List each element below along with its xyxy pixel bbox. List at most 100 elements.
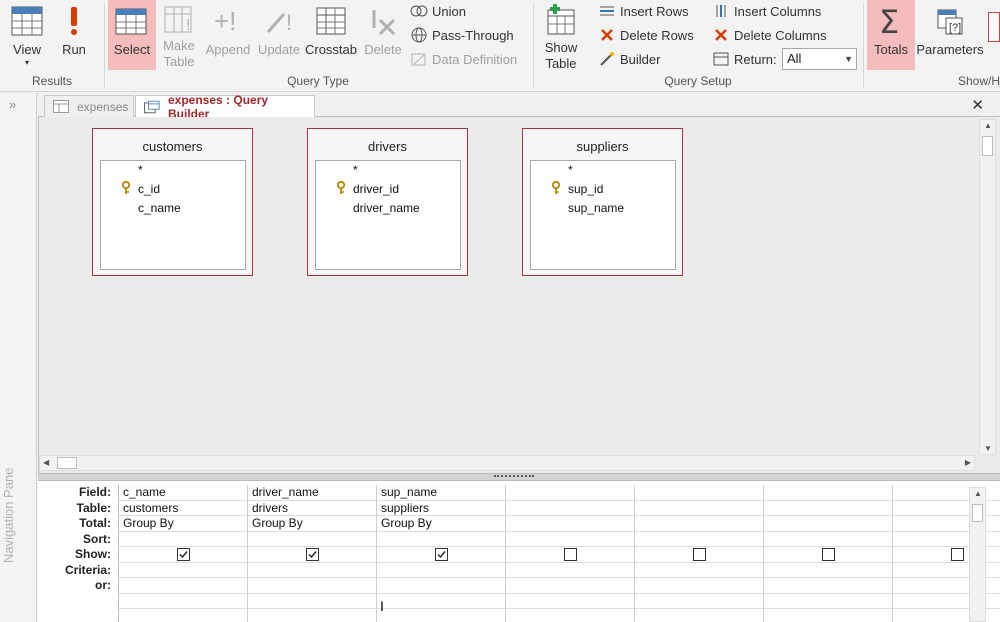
show-checkbox[interactable] [821,547,835,561]
field-item[interactable]: c_name [138,201,181,215]
return-dropdown[interactable]: All ▼ [782,48,857,70]
grid-cell-criteria[interactable] [248,563,376,578]
parameters-button[interactable]: [?] Parameters [915,0,985,70]
append-button[interactable]: +! Append [203,0,253,70]
grid-cell-extra[interactable] [506,594,634,609]
scroll-up-icon[interactable]: ▲ [984,121,992,130]
make-table-button[interactable]: ! Make Table [158,0,200,70]
grid-cell-field[interactable]: sup_name [377,485,505,501]
scroll-up-icon[interactable]: ▲ [974,489,982,498]
insert-rows-button[interactable]: Insert Rows [598,0,689,22]
show-checkbox[interactable] [434,547,448,561]
builder-button[interactable]: Builder [598,48,660,70]
field-item[interactable]: sup_id [568,182,603,196]
grid-cell-or[interactable] [635,578,763,594]
table-field-list-suppliers[interactable]: suppliers * sup_id sup_name [522,128,683,276]
scroll-left-icon[interactable]: ◀ [43,458,49,467]
grid-cell-extra[interactable] [635,594,763,609]
field-item[interactable]: sup_name [568,201,624,215]
grid-cell-field[interactable] [635,485,763,501]
field-item[interactable]: driver_name [353,201,420,215]
show-table-button[interactable]: Show Table [538,0,584,71]
crosstab-button[interactable]: Crosstab [304,0,358,70]
grid-cell-field[interactable]: c_name [119,485,247,501]
field-item[interactable]: * [353,163,358,177]
scroll-thumb[interactable] [972,504,983,522]
scroll-down-icon[interactable]: ▼ [984,444,992,453]
union-button[interactable]: Union [410,0,466,22]
grid-cell-field[interactable]: driver_name [248,485,376,501]
pane-splitter[interactable] [38,473,1000,481]
field-item[interactable]: driver_id [353,182,399,196]
grid-cell-criteria[interactable] [506,563,634,578]
show-checkbox[interactable] [692,547,706,561]
grid-cell-table[interactable]: customers [119,501,247,516]
grid-cell-field[interactable] [764,485,892,501]
grid-cell-field[interactable] [506,485,634,501]
scroll-thumb[interactable] [982,136,993,156]
select-query-button[interactable]: Select [108,0,156,70]
field-list[interactable]: * driver_id driver_name [315,160,461,270]
tab-expenses[interactable]: expenses [44,95,134,117]
grid-cell-or[interactable] [119,578,247,594]
grid-cell-criteria[interactable] [764,563,892,578]
field-item[interactable]: * [568,163,573,177]
field-list[interactable]: * c_id c_name [100,160,246,270]
grid-cell-sort[interactable] [764,532,892,547]
field-item[interactable]: c_id [138,182,160,196]
grid-cell-or[interactable] [248,578,376,594]
grid-cell-table[interactable] [764,501,892,516]
show-checkbox[interactable] [563,547,577,561]
grid-cell-total[interactable]: Group By [377,516,505,532]
totals-button[interactable]: Σ Totals [867,0,915,70]
grid-cell-sort[interactable] [506,532,634,547]
close-icon[interactable]: ✕ [971,96,984,114]
scroll-right-icon[interactable]: ▶ [965,458,971,467]
grid-cell-table[interactable] [506,501,634,516]
scroll-thumb[interactable] [57,457,77,469]
grid-cell-total[interactable] [635,516,763,532]
grid-vertical-scrollbar[interactable]: ▲ [969,487,986,622]
update-button[interactable]: ! Update [256,0,302,70]
grid-cell-table[interactable]: drivers [248,501,376,516]
splitter-grip[interactable] [494,475,534,478]
property-sheet-icon[interactable] [988,12,1000,42]
insert-columns-button[interactable]: Insert Columns [712,0,821,22]
grid-cell-sort[interactable] [377,532,505,547]
grid-cell-sort[interactable] [635,532,763,547]
grid-cell-total[interactable] [506,516,634,532]
navigation-pane[interactable]: » Navigation Pane [0,93,37,622]
grid-cell-extra[interactable] [377,594,505,609]
show-checkbox[interactable] [950,547,964,561]
table-field-list-customers[interactable]: customers * c_id c_name [92,128,253,276]
data-definition-button[interactable]: Data Definition [410,48,517,70]
grid-cell-or[interactable] [506,578,634,594]
horizontal-scrollbar[interactable]: ◀ ▶ [39,455,975,471]
show-checkbox[interactable] [305,547,319,561]
tab-query-builder[interactable]: expenses : Query Builder [135,93,315,121]
grid-cell-total[interactable] [764,516,892,532]
grid-cell-table[interactable] [635,501,763,516]
grid-cell-extra[interactable] [764,594,892,609]
grid-cell-table[interactable]: suppliers [377,501,505,516]
grid-cell-extra[interactable] [119,594,247,609]
expand-chevron-icon[interactable]: » [9,97,16,112]
run-button[interactable]: Run [54,0,94,70]
delete-columns-button[interactable]: Delete Columns [712,24,827,46]
grid-cell-or[interactable] [377,578,505,594]
grid-cell-extra[interactable] [248,594,376,609]
grid-cell-criteria[interactable] [119,563,247,578]
grid-cell-sort[interactable] [248,532,376,547]
delete-rows-button[interactable]: Delete Rows [598,24,694,46]
field-list[interactable]: * sup_id sup_name [530,160,676,270]
table-field-list-drivers[interactable]: drivers * driver_id driver_name [307,128,468,276]
view-button[interactable]: View ▾ [4,0,50,70]
grid-cell-criteria[interactable] [635,563,763,578]
pass-through-button[interactable]: Pass-Through [410,24,514,46]
grid-cell-sort[interactable] [119,532,247,547]
grid-cell-total[interactable]: Group By [119,516,247,532]
grid-cell-total[interactable]: Group By [248,516,376,532]
field-item[interactable]: * [138,163,143,177]
grid-cell-criteria[interactable] [377,563,505,578]
grid-cell-or[interactable] [764,578,892,594]
